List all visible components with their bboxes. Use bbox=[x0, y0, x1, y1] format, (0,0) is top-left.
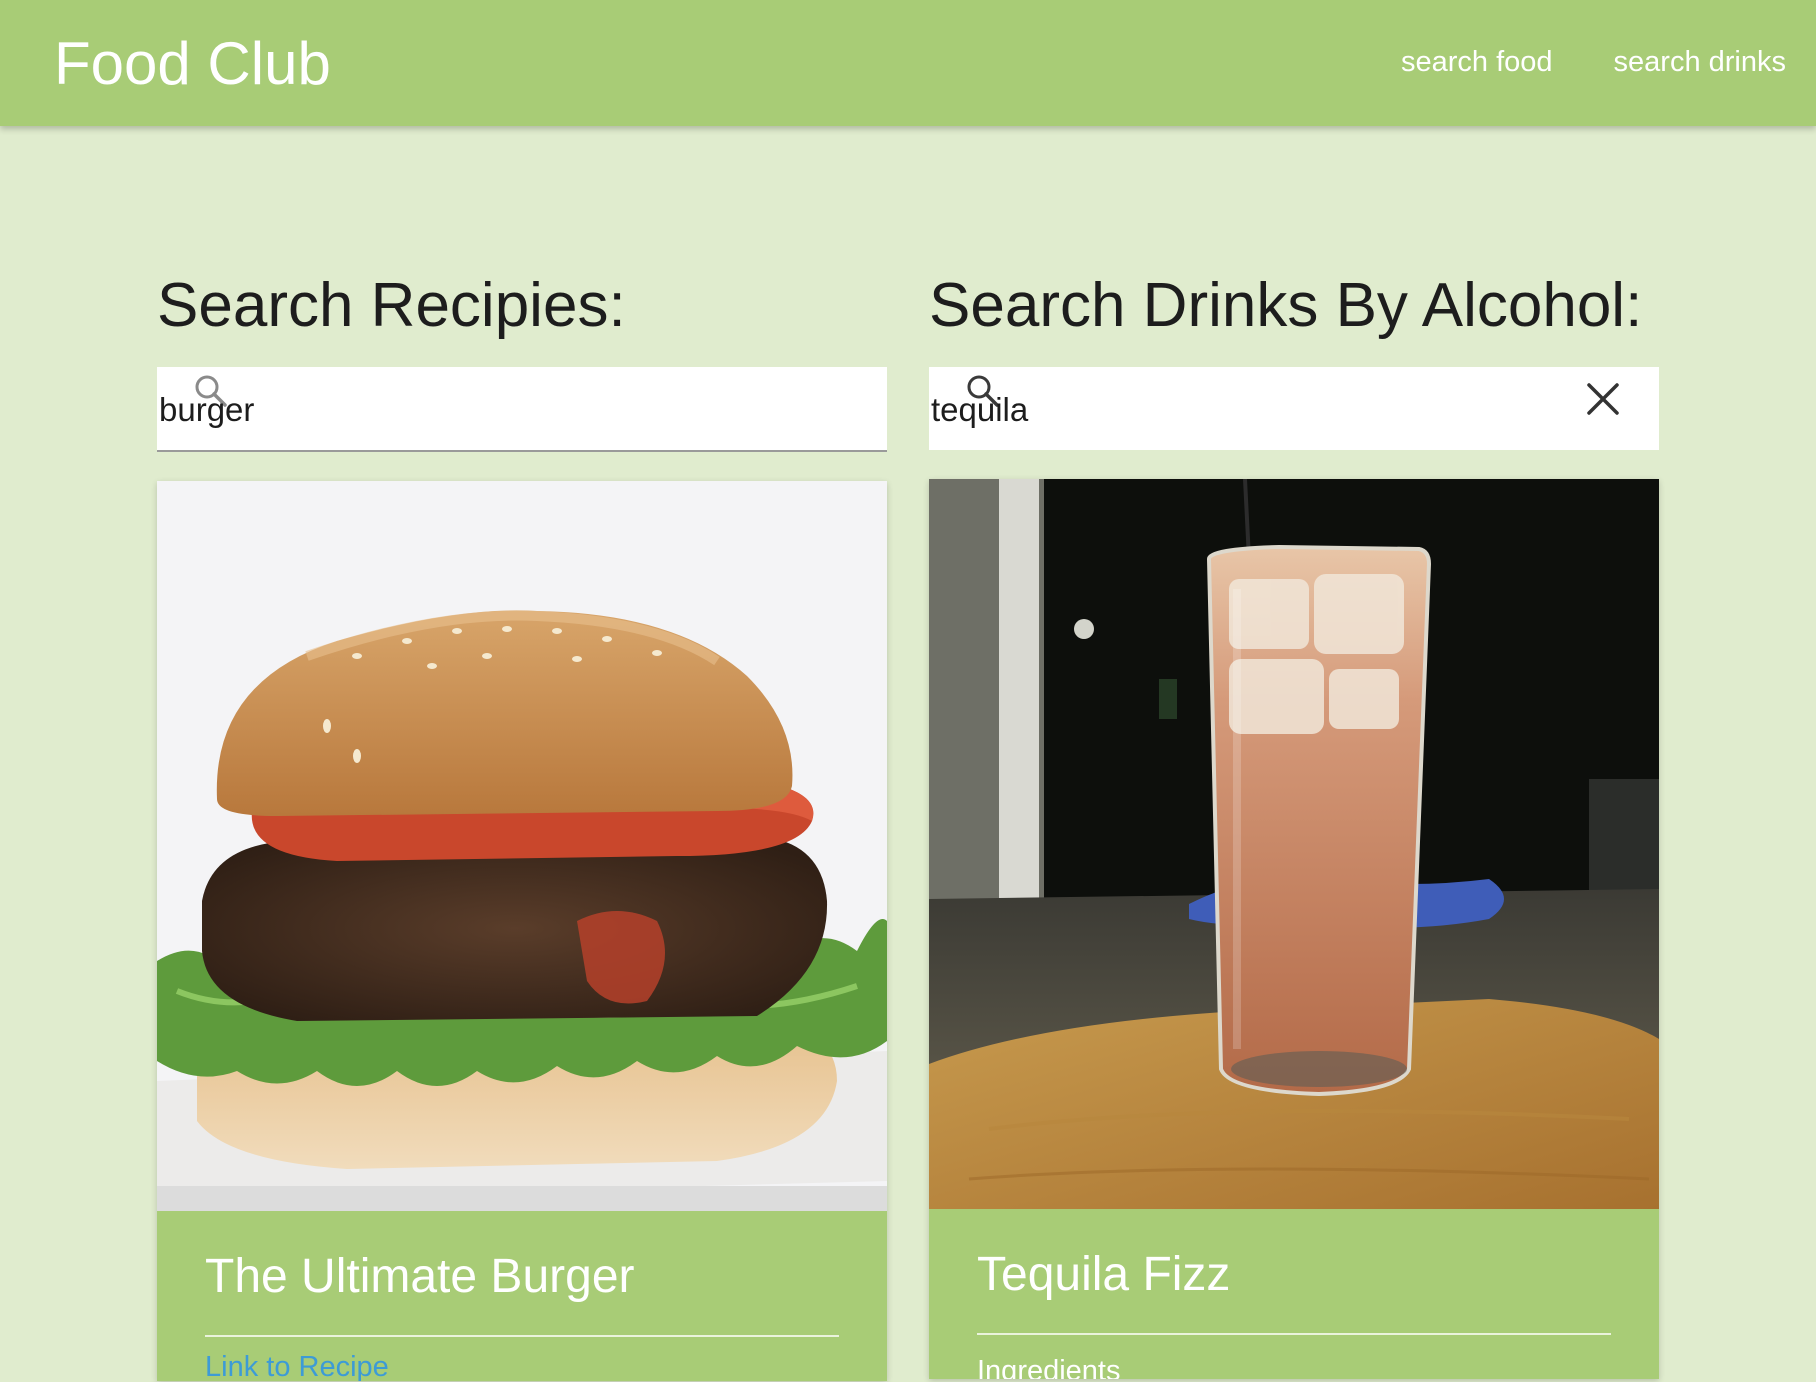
recipe-card-title: The Ultimate Burger bbox=[205, 1250, 635, 1303]
top-navbar: Food Club search food search drinks bbox=[0, 0, 1816, 126]
nav-links: search food search drinks bbox=[1401, 42, 1786, 82]
drink-card-divider bbox=[977, 1333, 1611, 1335]
drink-card: Tequila Fizz Ingredients bbox=[929, 479, 1659, 1379]
close-icon[interactable] bbox=[1583, 379, 1623, 419]
tequila-fizz-image bbox=[929, 479, 1659, 1209]
nav-link-search-drinks[interactable]: search drinks bbox=[1614, 42, 1786, 82]
drink-card-body: Tequila Fizz Ingredients bbox=[929, 1209, 1659, 1379]
burger-image bbox=[157, 481, 887, 1211]
drinks-heading: Search Drinks By Alcohol: bbox=[929, 271, 1643, 340]
recipe-search-input[interactable] bbox=[157, 389, 721, 431]
recipe-link[interactable]: Link to Recipe bbox=[205, 1347, 389, 1381]
recipe-card: The Ultimate Burger Link to Recipe bbox=[157, 481, 887, 1381]
ingredients-label: Ingredients bbox=[977, 1355, 1121, 1379]
recipe-card-divider bbox=[205, 1335, 839, 1337]
recipe-card-body: The Ultimate Burger Link to Recipe bbox=[157, 1211, 887, 1381]
recipes-heading: Search Recipies: bbox=[157, 271, 626, 340]
drink-search-box[interactable] bbox=[929, 367, 1659, 450]
drink-search-input[interactable] bbox=[929, 389, 1493, 431]
recipe-search-box[interactable] bbox=[157, 367, 887, 452]
nav-link-search-food[interactable]: search food bbox=[1401, 42, 1553, 82]
drink-card-title: Tequila Fizz bbox=[977, 1248, 1231, 1301]
brand-title[interactable]: Food Club bbox=[54, 28, 331, 100]
